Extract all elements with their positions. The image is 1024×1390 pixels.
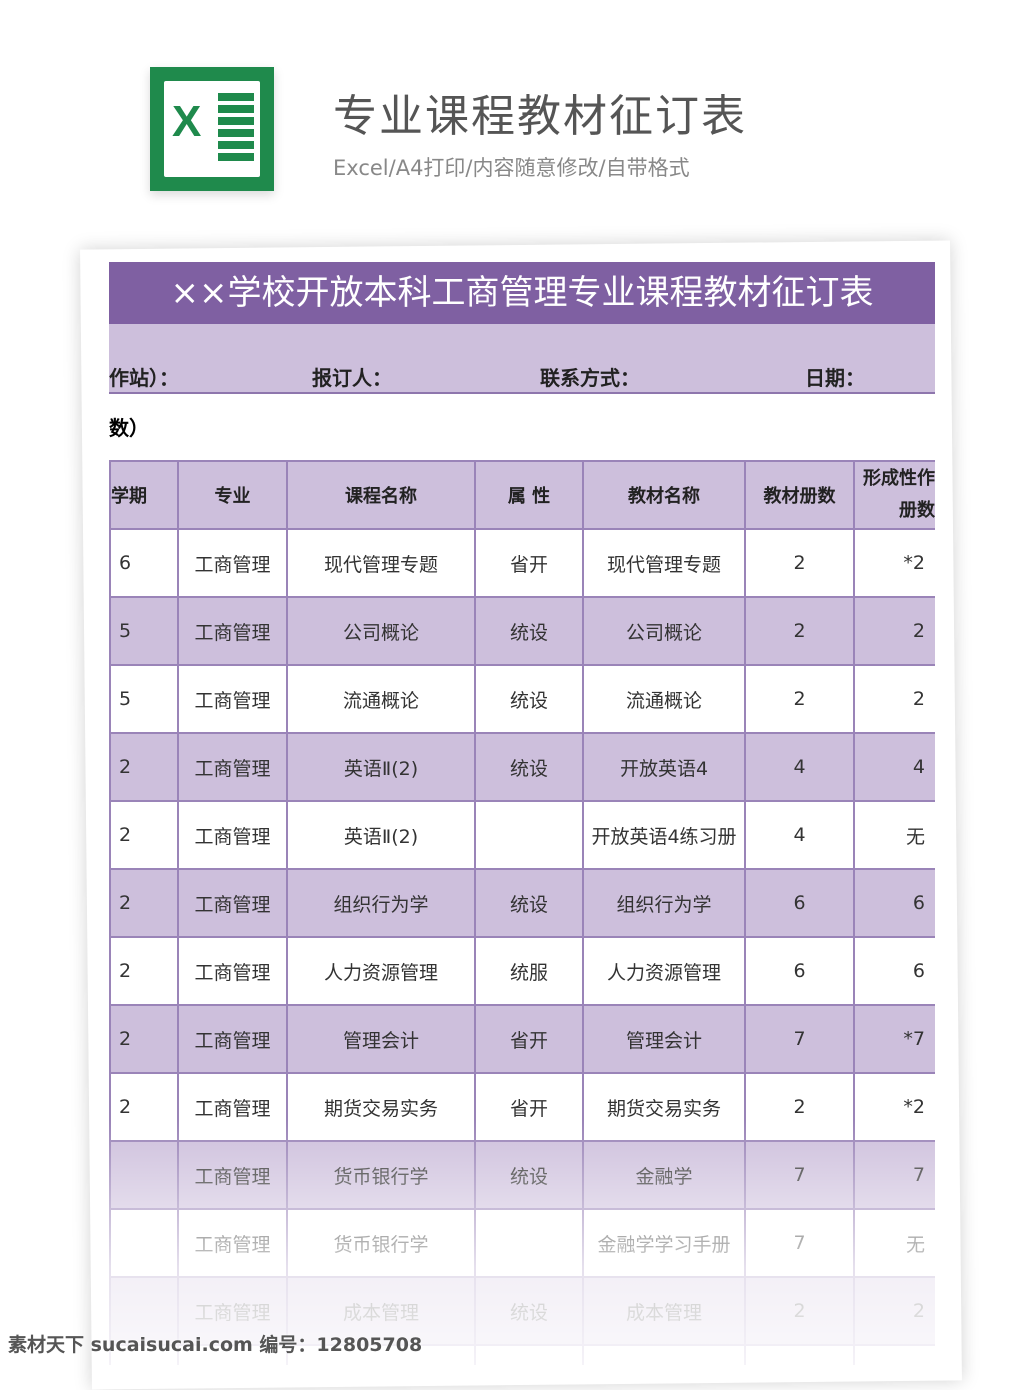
table-cell[interactable]: 统服 <box>474 936 584 1006</box>
table-cell[interactable]: 组织行为学 <box>582 868 746 938</box>
column-header: 形成性作册数 <box>853 460 935 530</box>
table-cell[interactable]: 6 <box>109 528 179 598</box>
excel-icon: X <box>150 67 274 191</box>
table-row: 2 工商管理 英语Ⅱ(2) 开放英语4练习册 4 无 <box>109 800 935 870</box>
table-cell[interactable]: 6 <box>853 936 935 1006</box>
table-cell[interactable]: 现代管理专题 <box>286 528 476 598</box>
table-cell[interactable]: 统设 <box>474 664 584 734</box>
table-cell[interactable]: 2 <box>744 596 855 666</box>
info-station: 作站）： <box>109 366 179 390</box>
table-cell[interactable]: 6 <box>744 868 855 938</box>
table-cell[interactable]: 工商管理 <box>177 868 288 938</box>
table-cell[interactable]: 6 <box>744 936 855 1006</box>
table-cell[interactable]: 2 <box>109 1004 179 1074</box>
info-date: 日期： <box>805 366 865 390</box>
table-cell[interactable]: 2 <box>109 936 179 1006</box>
table-cell[interactable]: 省开 <box>474 1004 584 1074</box>
table-cell[interactable]: *7 <box>853 1004 935 1074</box>
table-cell[interactable]: 2 <box>744 664 855 734</box>
table-cell[interactable]: 管理会计 <box>286 1004 476 1074</box>
table-cell[interactable]: 4 <box>853 732 935 802</box>
table-cell[interactable]: 统设 <box>474 596 584 666</box>
column-header: 学期 <box>109 460 179 530</box>
table-cell[interactable]: 4 <box>744 800 855 870</box>
table-cell[interactable]: 5 <box>109 664 179 734</box>
table-cell[interactable]: 开放英语4练习册 <box>582 800 746 870</box>
info-orderer: 报订人： <box>312 366 392 390</box>
table-cell[interactable] <box>474 800 584 870</box>
table-cell[interactable]: 4 <box>744 732 855 802</box>
note-row: 数） <box>109 416 149 440</box>
table-cell[interactable]: 5 <box>109 596 179 666</box>
page-subtitle: Excel/A4打印/内容随意修改/自带格式 <box>333 156 690 180</box>
column-header: 教材册数 <box>744 460 855 530</box>
table-cell[interactable]: 2 <box>109 732 179 802</box>
info-contact: 联系方式： <box>540 366 640 390</box>
table-cell[interactable]: 组织行为学 <box>286 868 476 938</box>
table-row: 5 工商管理 流通概论 统设 流通概论 2 2 <box>109 664 935 734</box>
column-header: 教材名称 <box>582 460 746 530</box>
table-cell[interactable]: 省开 <box>474 528 584 598</box>
fade-overlay <box>100 1120 950 1365</box>
column-header: 专业 <box>177 460 288 530</box>
table-cell[interactable]: 6 <box>853 868 935 938</box>
table-cell[interactable]: *2 <box>853 528 935 598</box>
watermark: 素材天下 sucaisucai.com 编号：12805708 <box>8 1334 423 1356</box>
table-cell[interactable]: 2 <box>853 664 935 734</box>
table-cell[interactable]: 流通概论 <box>286 664 476 734</box>
table-cell[interactable]: 统设 <box>474 732 584 802</box>
table-cell[interactable]: 2 <box>109 868 179 938</box>
table-cell[interactable]: 工商管理 <box>177 800 288 870</box>
table-cell[interactable]: 公司概论 <box>582 596 746 666</box>
table-cell[interactable]: 工商管理 <box>177 1004 288 1074</box>
table-cell[interactable]: 人力资源管理 <box>582 936 746 1006</box>
info-row: 作站）： 报订人： 联系方式： 日期： <box>109 324 935 394</box>
table-cell[interactable]: 工商管理 <box>177 528 288 598</box>
table-cell[interactable]: 2 <box>744 528 855 598</box>
table-cell[interactable]: 英语Ⅱ(2) <box>286 800 476 870</box>
table-cell[interactable]: 2 <box>853 596 935 666</box>
table-cell[interactable]: 统设 <box>474 868 584 938</box>
table-cell[interactable]: 现代管理专题 <box>582 528 746 598</box>
table-cell[interactable]: 工商管理 <box>177 596 288 666</box>
table-row: 2 工商管理 英语Ⅱ(2) 统设 开放英语4 4 4 <box>109 732 935 802</box>
table-cell[interactable]: 无 <box>853 800 935 870</box>
table-row: 2 工商管理 人力资源管理 统服 人力资源管理 6 6 <box>109 936 935 1006</box>
column-header: 课程名称 <box>286 460 476 530</box>
table-row: 5 工商管理 公司概论 统设 公司概论 2 2 <box>109 596 935 666</box>
table-cell[interactable]: 公司概论 <box>286 596 476 666</box>
table-cell[interactable]: 工商管理 <box>177 664 288 734</box>
table-cell[interactable]: 管理会计 <box>582 1004 746 1074</box>
sheet-title: ××学校开放本科工商管理专业课程教材征订表 <box>109 262 935 324</box>
table-cell[interactable]: 英语Ⅱ(2) <box>286 732 476 802</box>
column-header: 属 性 <box>474 460 584 530</box>
table-row: 2 工商管理 管理会计 省开 管理会计 7 *7 <box>109 1004 935 1074</box>
table-row: 2 工商管理 组织行为学 统设 组织行为学 6 6 <box>109 868 935 938</box>
table-cell[interactable]: 工商管理 <box>177 732 288 802</box>
page-title: 专业课程教材征订表 <box>333 91 747 142</box>
table-cell[interactable]: 7 <box>744 1004 855 1074</box>
table-cell[interactable]: 开放英语4 <box>582 732 746 802</box>
table-row: 6 工商管理 现代管理专题 省开 现代管理专题 2 *2 <box>109 528 935 598</box>
table-cell[interactable]: 工商管理 <box>177 936 288 1006</box>
table-cell[interactable]: 流通概论 <box>582 664 746 734</box>
table-cell[interactable]: 2 <box>109 800 179 870</box>
table-cell[interactable]: 人力资源管理 <box>286 936 476 1006</box>
